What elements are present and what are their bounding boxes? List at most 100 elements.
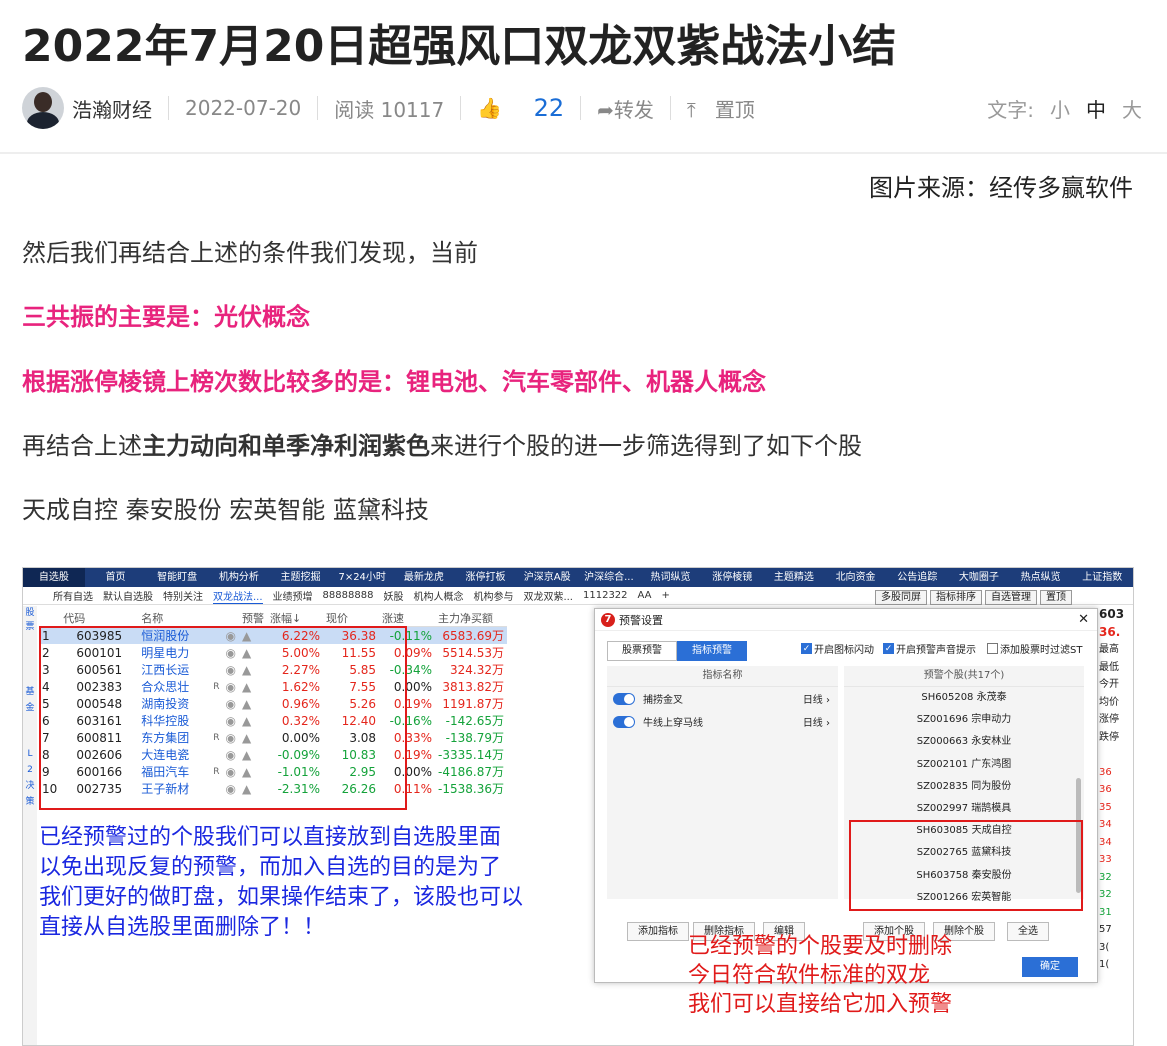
alert-stock-item[interactable]: SZ001696 宗申动力 (844, 709, 1084, 731)
sub-tab[interactable]: 所有自选 (53, 588, 93, 603)
select-all-button[interactable]: 全选 (1007, 922, 1049, 941)
top-nav-item[interactable]: 上证指数 (1071, 568, 1133, 587)
top-nav-item[interactable]: 涨停棱镜 (701, 568, 763, 587)
alert-stock-item[interactable]: SZ000663 永安林业 (844, 731, 1084, 753)
column-header[interactable] (39, 610, 61, 627)
sub-tab[interactable]: 双龙双紫... (523, 588, 573, 603)
alert-stock-item[interactable]: SH605208 永茂泰 (844, 687, 1084, 709)
quote-value: 跌停 (1099, 731, 1119, 743)
sub-tab[interactable]: 双龙战法... (213, 588, 263, 604)
top-nav-item[interactable]: 最新龙虎 (393, 568, 455, 587)
sub-tab[interactable]: 1112322 (583, 590, 628, 601)
side-label[interactable]: 金 (23, 700, 37, 716)
toggle-switch[interactable] (613, 715, 635, 728)
quote-value: 36 (1099, 784, 1112, 795)
side-label[interactable]: 基 (23, 684, 37, 700)
column-header[interactable]: 涨幅↓ (267, 610, 324, 627)
quote-value (1099, 746, 1133, 764)
sub-tab[interactable]: 业绩预增 (273, 588, 313, 603)
column-header[interactable] (222, 610, 240, 627)
sub-tab[interactable]: 特别关注 (163, 588, 203, 603)
column-header[interactable] (210, 610, 223, 627)
add-indicator-button[interactable]: 添加指标 (627, 922, 689, 941)
quote-panel: 603 36. 最高 最低 今开 均价 涨停 跌停 36 36 35 34 34 33 32 32 31 57 3(… (1099, 606, 1133, 1045)
top-nav-item[interactable]: 自选股 (23, 568, 85, 587)
top-nav-item[interactable]: 沪深综合... (578, 568, 640, 587)
top-nav-item[interactable]: 主题挖掘 (270, 568, 332, 587)
side-label[interactable]: L (23, 746, 37, 762)
sub-tab[interactable]: AA (638, 590, 652, 601)
checkbox-filter-st[interactable]: 添加股票时过滤ST (987, 641, 1082, 656)
top-nav-item[interactable]: 涨停打板 (455, 568, 517, 587)
column-header[interactable]: 现价 (323, 610, 380, 627)
quote-value (1099, 1009, 1133, 1027)
toolbar-button[interactable]: 置顶 (1040, 590, 1072, 605)
side-label[interactable]: 决 (23, 778, 37, 794)
side-label[interactable]: 2 (23, 762, 37, 778)
column-header[interactable]: 预警 (239, 610, 268, 627)
toolbar-button[interactable]: 自选管理 (985, 590, 1037, 605)
close-icon[interactable]: ✕ (1078, 612, 1089, 627)
net-inflow: -142.65万 (445, 714, 504, 728)
quote-value (1099, 1026, 1133, 1044)
column-header[interactable]: 涨速 (379, 610, 436, 627)
indicator-name: 捕捞金叉 (643, 695, 683, 706)
red-annotation-line: 今日符合软件标准的双龙 (688, 963, 931, 988)
top-nav-item[interactable]: 大咖圈子 (948, 568, 1010, 587)
side-label[interactable]: 票 (23, 620, 37, 634)
top-nav-item[interactable]: 热点纵览 (1010, 568, 1072, 587)
font-mid-option[interactable]: 中 (1086, 94, 1106, 123)
paragraph-4: 再结合上述主力动向和单季净利润紫色来进行个股的进一步筛选得到了如下个股 (22, 432, 862, 460)
paragraph-1: 然后我们再结合上述的条件我们发现，当前 (22, 239, 478, 267)
toggle-switch[interactable] (613, 692, 635, 705)
top-nav-item[interactable]: 7×24小时 (331, 568, 393, 587)
share-button[interactable]: ➦转发 (597, 94, 654, 123)
column-header[interactable]: 名称 (138, 610, 211, 627)
side-label[interactable]: 股 (23, 606, 37, 620)
top-nav-item[interactable]: 智能盯盘 (146, 568, 208, 587)
author-avatar[interactable] (22, 87, 64, 129)
sub-tab[interactable]: + (662, 590, 670, 601)
sub-tab[interactable]: 默认自选股 (103, 588, 153, 603)
top-nav-item[interactable]: 热词纵览 (640, 568, 702, 587)
top-nav-item[interactable]: 首页 (85, 568, 147, 587)
pin-button[interactable]: ⤒ 置顶 (687, 94, 755, 123)
tab-indicator-alert[interactable]: 指标预警 (677, 641, 747, 661)
sub-tab[interactable]: 机构参与 (473, 588, 513, 603)
confirm-button[interactable]: 确定 (1022, 957, 1078, 977)
toolbar-button[interactable]: 多股同屏 (875, 590, 927, 605)
quote-value: 31 (1099, 906, 1112, 918)
sub-tab[interactable]: 妖股 (383, 588, 403, 603)
blue-annotation-line: 我们更好的做盯盘，如果操作结束了，该股也可以 (39, 885, 524, 910)
alert-stock-item[interactable]: SZ002835 同为股份 (844, 776, 1084, 798)
sub-tab[interactable]: 88888888 (323, 590, 374, 601)
indicator-item[interactable]: 牛线上穿马线 日线 › (607, 710, 838, 733)
column-header[interactable]: 代码 (60, 610, 139, 627)
blue-annotation-line: 以免出现反复的预警，而加入自选的目的是为了 (39, 855, 502, 880)
top-nav-item[interactable]: 主题精选 (763, 568, 825, 587)
font-small-option[interactable]: 小 (1050, 94, 1070, 123)
like-button[interactable]: 👍 22 (477, 94, 564, 122)
indicator-period[interactable]: 日线 › (803, 691, 830, 706)
top-nav-item[interactable]: 机构分析 (208, 568, 270, 587)
indicator-item[interactable]: 捕捞金叉 日线 › (607, 687, 838, 710)
checkbox-sound[interactable]: ✓ 开启预警声音提示 (883, 641, 976, 656)
tab-stock-alert[interactable]: 股票预警 (607, 641, 677, 661)
checkbox-icon-flash[interactable]: ✓ 开启图标闪动 (801, 641, 874, 656)
alert-settings-dialog: 7 预警设置 ✕ 股票预警 指标预警 ✓ 开启图标闪动 ✓ 开启预警声音提示 添加股… (594, 608, 1098, 983)
top-nav-item[interactable]: 北向资金 (825, 568, 887, 587)
alert-stock-item[interactable]: SZ002101 广东鸿图 (844, 754, 1084, 776)
image-source: 图片来源：经传多赢软件 (869, 174, 1133, 202)
sub-tab[interactable]: 机构人概念 (413, 588, 463, 603)
net-inflow: -3335.14万 (438, 748, 504, 762)
indicator-period[interactable]: 日线 › (803, 714, 830, 729)
column-header[interactable]: 主力净买额 (435, 610, 507, 627)
font-large-option[interactable]: 大 (1122, 94, 1142, 123)
top-nav-item[interactable]: 公告追踪 (886, 568, 948, 587)
side-label[interactable]: 策 (23, 794, 37, 810)
author-name[interactable]: 浩瀚财经 (72, 94, 152, 123)
toolbar-button[interactable]: 指标排序 (930, 590, 982, 605)
alert-stock-item[interactable]: SZ002997 瑞鹄模具 (844, 798, 1084, 820)
top-nav-item[interactable]: 沪深京A股 (516, 568, 578, 587)
font-size-selector: 文字: 小 中 大 (987, 94, 1142, 123)
